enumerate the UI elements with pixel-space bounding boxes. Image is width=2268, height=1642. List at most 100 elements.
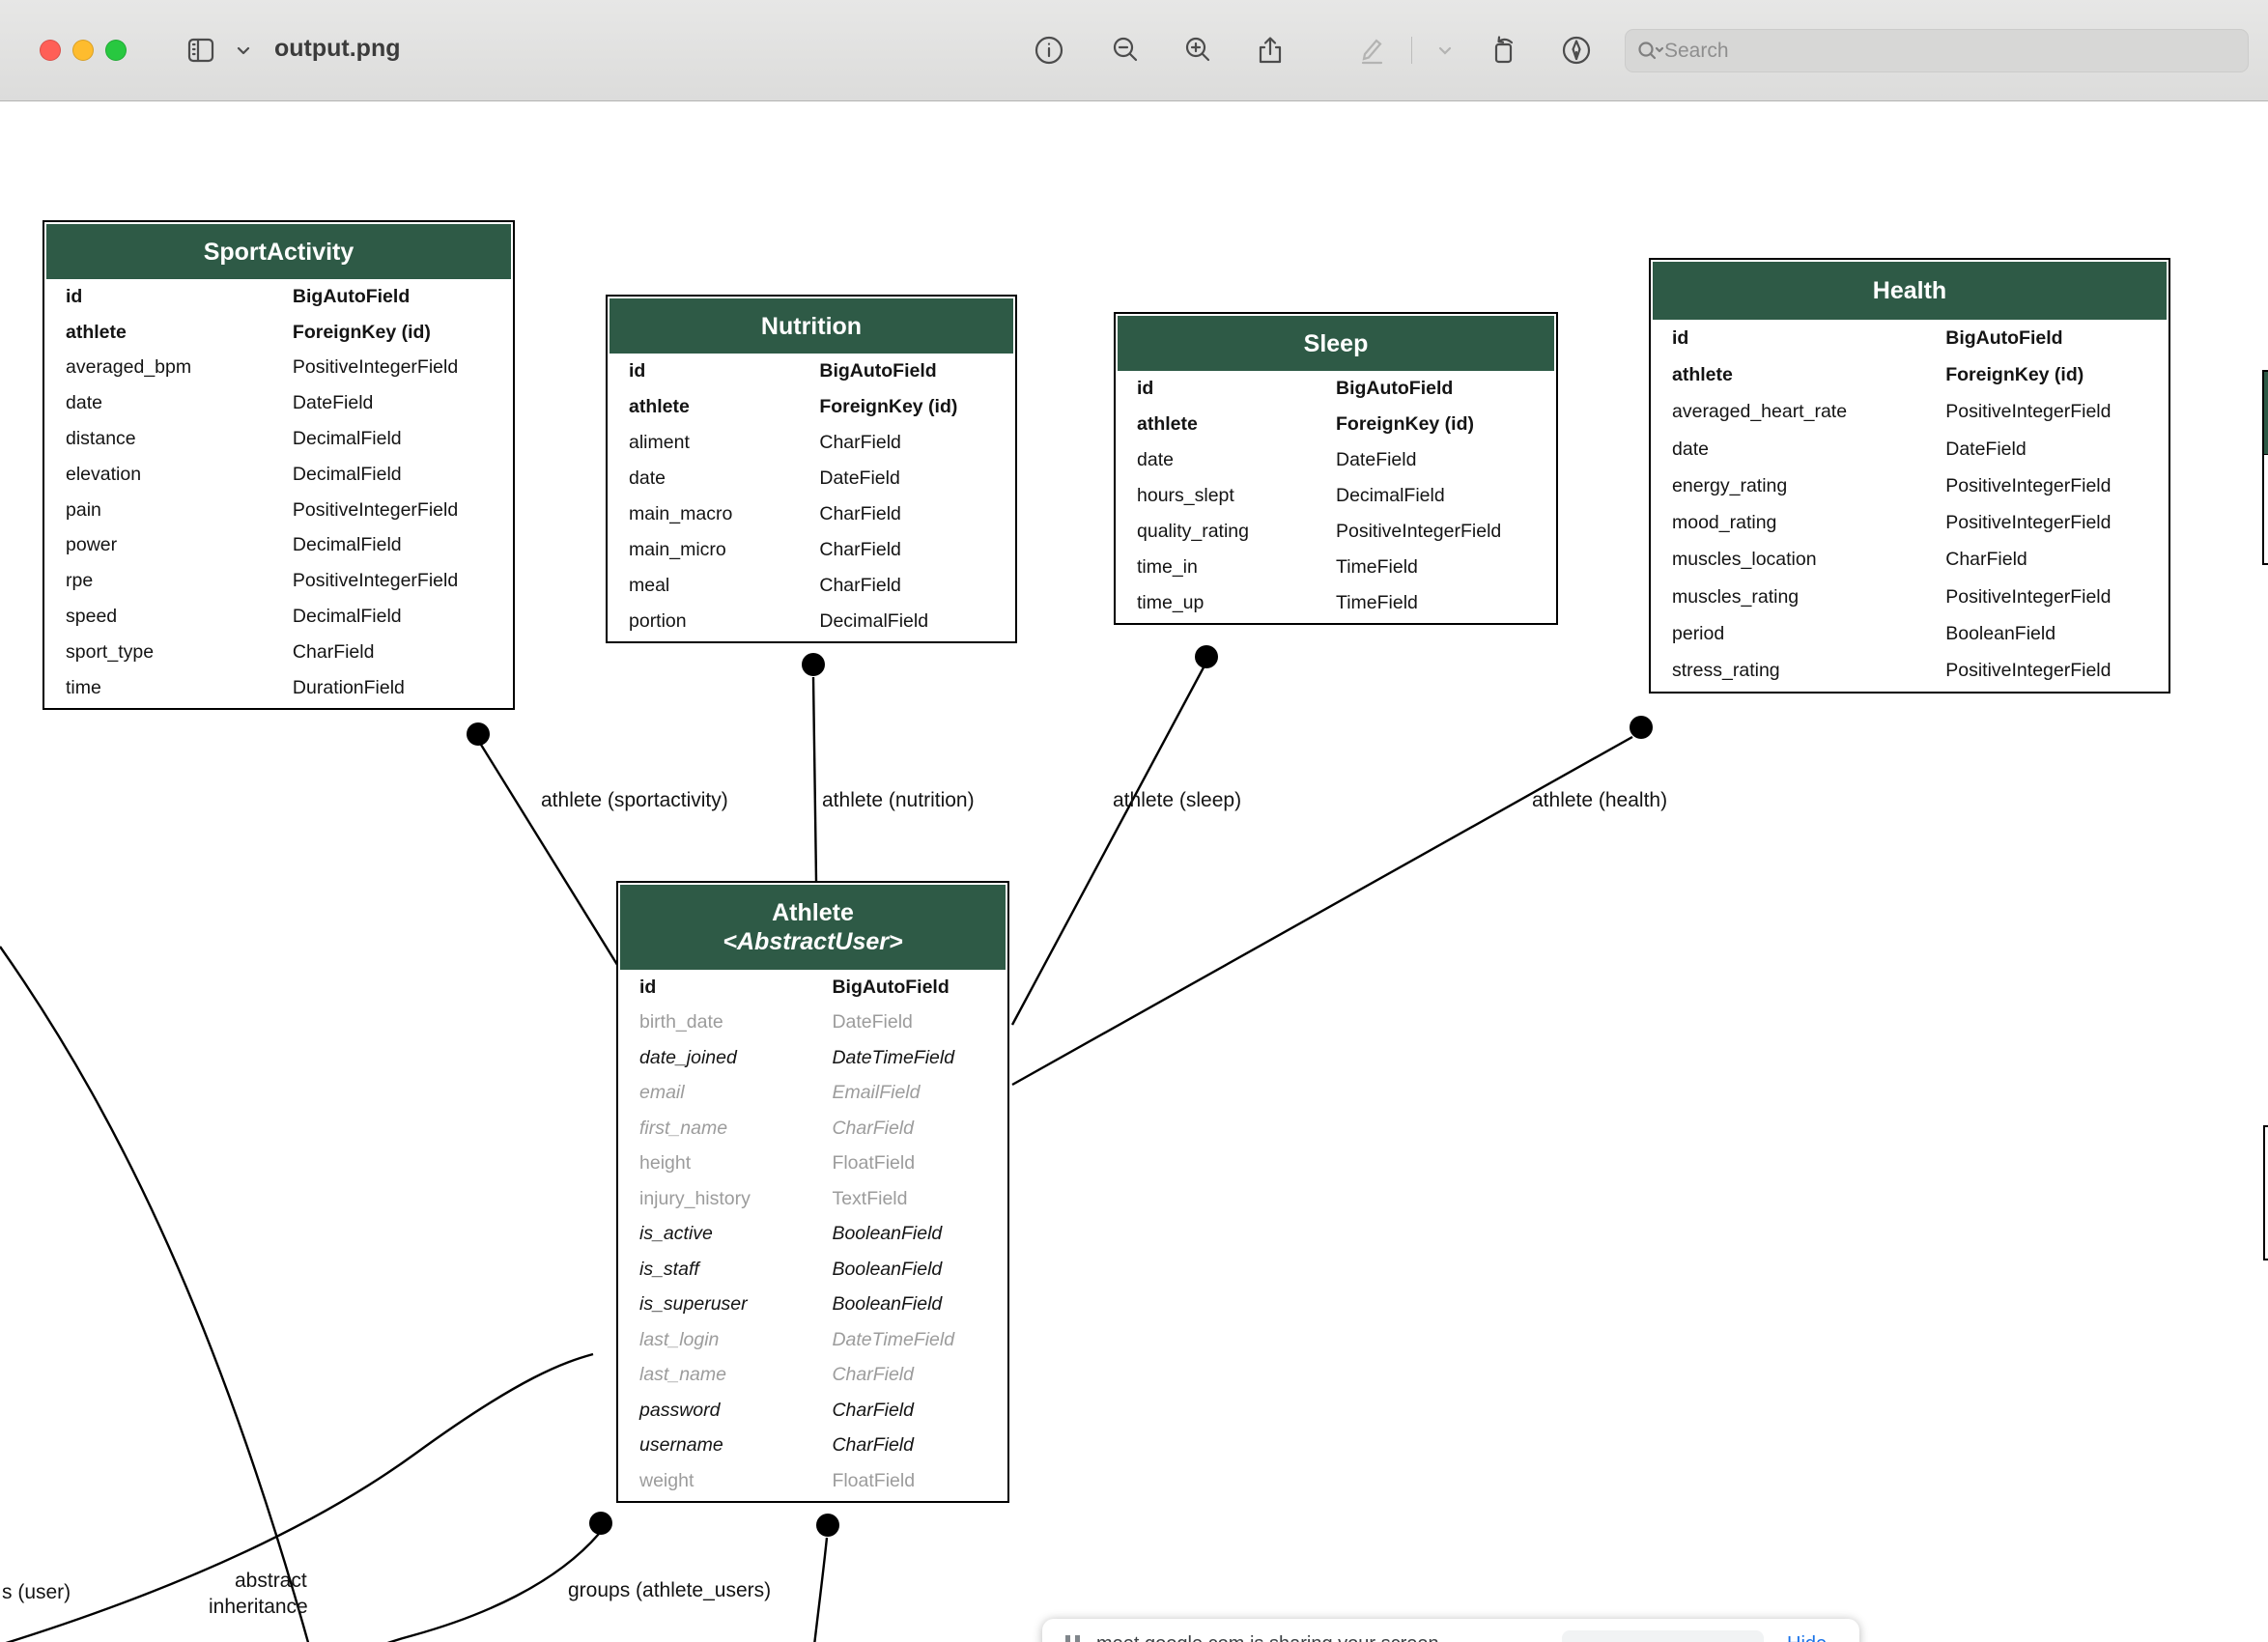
field-type: DateField (1336, 449, 1416, 471)
field-type: DateField (832, 1011, 912, 1033)
field-name: stress_rating (1653, 660, 1780, 682)
table-row: pain PositiveIntegerField (46, 493, 511, 528)
table-row: averaged_heart_ratePositiveIntegerField (1653, 394, 2167, 431)
edge-athlete-sleep (1012, 667, 1204, 1025)
field-name: email (620, 1082, 685, 1104)
field-type: PositiveIntegerField (293, 499, 458, 522)
table-subtitle: <AbstractUser> (723, 927, 902, 956)
stop-sharing-button[interactable]: Stop sharing (1562, 1630, 1764, 1642)
field-name: aliment (610, 432, 690, 454)
rotate-icon[interactable] (1487, 33, 1521, 68)
field-type: EmailField (832, 1082, 920, 1104)
table-row: athleteForeignKey (id) (1118, 407, 1554, 442)
zoom-out-icon[interactable] (1108, 33, 1143, 68)
hide-link[interactable]: Hide (1787, 1633, 1827, 1642)
field-name: elevation (46, 464, 141, 486)
field-name: distance (46, 428, 136, 450)
table-row: dateDateField (610, 461, 1013, 496)
table-row: speedDecimalField (46, 599, 511, 635)
table-row: mealCharField (610, 568, 1013, 604)
field-type: DateTimeField (832, 1047, 954, 1069)
field-name: pain (46, 499, 101, 522)
field-type: PositiveIntegerField (1945, 660, 2111, 682)
edge-label: athlete (health) (1532, 789, 1667, 812)
chevron-down-icon[interactable] (226, 33, 249, 68)
field-name: birth_date (620, 1011, 723, 1033)
table-row: portionDecimalField (610, 604, 1013, 639)
markup-pencil-icon[interactable] (1354, 33, 1389, 68)
table-header: SportActivity (46, 224, 511, 279)
table-title: Nutrition (761, 312, 862, 341)
table-header: Athlete <AbstractUser> (620, 885, 1006, 970)
field-type: BigAutoField (832, 977, 949, 999)
field-name: id (620, 977, 656, 999)
field-name: athlete (1653, 364, 1733, 386)
partial-table-right-bottom (2263, 1125, 2268, 1260)
field-type: BooleanField (1945, 623, 2055, 645)
field-type: ForeignKey (id) (1945, 364, 2084, 386)
field-name: time_up (1118, 592, 1204, 614)
table-header: Nutrition (610, 298, 1013, 354)
field-name: hours_slept (1118, 485, 1234, 507)
table-row: time_upTimeField (1118, 585, 1554, 621)
field-name: id (1118, 378, 1153, 400)
field-type: DateField (1945, 439, 2026, 461)
table-row: muscles_locationCharField (1653, 542, 2167, 579)
search-field[interactable] (1625, 29, 2249, 72)
table-rows: idBigAutoField athlete ForeignKey (id) aver… (1653, 320, 2167, 690)
table-row: heightFloatField (620, 1147, 1006, 1182)
field-name: id (46, 286, 82, 308)
minimize-button[interactable] (72, 40, 94, 61)
table-title: Health (1873, 276, 1946, 305)
field-type: PositiveIntegerField (293, 570, 458, 592)
window-title: output.png (274, 35, 401, 63)
table-row: stress_rating PositiveIntegerField (1653, 653, 2167, 690)
field-type: CharField (832, 1118, 914, 1140)
table-row: weightFloatField (620, 1463, 1006, 1499)
table-row: birth_date DateField (620, 1005, 1006, 1041)
window-controls (40, 40, 127, 61)
edge-dot-health (1630, 716, 1653, 739)
table-row: idBigAutoField (1653, 320, 2167, 356)
field-type: CharField (832, 1364, 914, 1386)
field-type: BooleanField (832, 1259, 942, 1281)
edge-abstract-inheritance (0, 947, 335, 1642)
chevron-down-icon[interactable] (1428, 33, 1451, 68)
field-name: muscles_rating (1653, 586, 1799, 609)
edge-athlete-sportactivity (481, 745, 619, 968)
search-input[interactable] (1664, 40, 2248, 63)
field-name: password (620, 1400, 720, 1422)
zoom-in-icon[interactable] (1180, 33, 1215, 68)
field-name: averaged_heart_rate (1653, 401, 1847, 423)
table-row: usernameCharField (620, 1429, 1006, 1464)
field-type: PositiveIntegerField (1945, 475, 2111, 497)
field-name: last_name (620, 1364, 726, 1386)
table-row: idBigAutoField (610, 354, 1013, 389)
field-name: rpe (46, 570, 93, 592)
field-name: mood_rating (1653, 512, 1776, 534)
field-type: ForeignKey (id) (293, 322, 431, 344)
close-button[interactable] (40, 40, 61, 61)
table-row: idBigAutoField (46, 279, 511, 315)
table-row: date_joinedDateTimeField (620, 1040, 1006, 1076)
share-icon[interactable] (1253, 33, 1288, 68)
table-title: Sleep (1304, 329, 1369, 358)
field-type: DecimalField (293, 428, 402, 450)
table-row: email EmailField (620, 1076, 1006, 1112)
field-type: DecimalField (293, 606, 402, 628)
field-name: averaged_bpm (46, 356, 191, 379)
field-type: ForeignKey (id) (1336, 413, 1474, 436)
field-type: ForeignKey (id) (819, 396, 957, 418)
edge-label: athlete (sportactivity) (541, 789, 728, 812)
table-rows: idBigAutoFieldathleteForeignKey (id)aver… (46, 279, 511, 706)
sidebar-toggle-button[interactable] (184, 33, 218, 68)
table-title: Athlete (772, 898, 854, 927)
maximize-button[interactable] (105, 40, 127, 61)
info-icon[interactable] (1032, 33, 1066, 68)
field-type: BooleanField (832, 1293, 942, 1316)
table-row: id BigAutoField (620, 970, 1006, 1005)
markup-pen-circle-icon[interactable] (1559, 33, 1594, 68)
pause-icon[interactable] (1065, 1635, 1080, 1642)
edge-label: athlete (nutrition) (822, 789, 975, 812)
field-name: first_name (620, 1118, 727, 1140)
